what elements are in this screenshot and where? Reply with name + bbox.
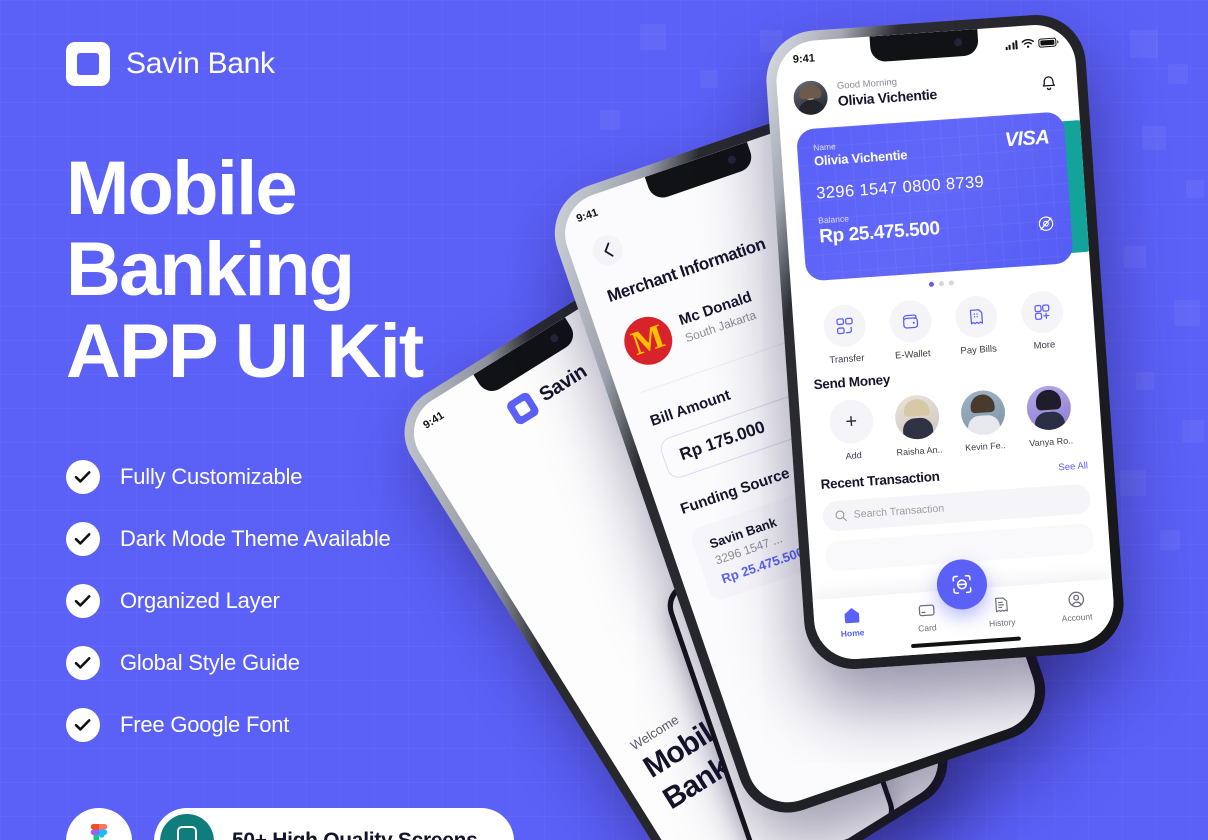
- contact-label: Raisha An..: [896, 444, 943, 458]
- send-money-title: Send Money: [813, 371, 891, 393]
- back-button[interactable]: [588, 231, 627, 270]
- phone-mockup-stack: 9:41 Savin Welcome Mobile Banking 9:41 M…: [387, 0, 1208, 840]
- list-item: Global Style Guide: [66, 645, 586, 680]
- contact-item[interactable]: Kevin Fe..: [951, 388, 1017, 453]
- contact-avatar: [893, 393, 941, 441]
- feature-label: Organized Layer: [120, 587, 280, 613]
- eye-off-icon[interactable]: [1036, 214, 1055, 233]
- dot: [948, 280, 954, 286]
- send-money-contacts: + Add Raisha An.. Kevin Fe.. Vanya Ro..: [815, 384, 1087, 464]
- scan-icon: [952, 574, 972, 594]
- wifi-icon: [1021, 38, 1034, 48]
- status-time: 9:41: [792, 52, 816, 66]
- contact-avatar: [1025, 384, 1073, 432]
- search-transaction-bar[interactable]: Search Transaction: [821, 483, 1092, 532]
- bill-icon: [953, 294, 999, 340]
- see-all-link[interactable]: See All: [1058, 460, 1088, 473]
- bell-icon[interactable]: [1034, 67, 1062, 95]
- list-item: Organized Layer: [66, 583, 586, 618]
- figma-icon: [66, 807, 132, 840]
- status-icons: [1005, 37, 1057, 51]
- quick-action-paybills[interactable]: Pay Bills: [944, 294, 1010, 358]
- tab-label: Card: [917, 622, 937, 634]
- home-icon: [844, 608, 859, 624]
- tab-home[interactable]: Home: [824, 604, 880, 640]
- recent-transaction-title: Recent Transaction: [820, 468, 941, 493]
- left-content: Savin Bank Mobile Banking APP UI Kit Ful…: [66, 42, 586, 840]
- mobile-phone-icon: [160, 813, 214, 840]
- poster-canvas: Savin Bank Mobile Banking APP UI Kit Ful…: [0, 0, 1208, 840]
- brand-name: Savin Bank: [126, 47, 275, 80]
- quick-action-label: More: [1033, 339, 1056, 352]
- contact-label: Kevin Fe..: [964, 440, 1006, 453]
- list-item: Dark Mode Theme Available: [66, 521, 586, 556]
- feature-label: Global Style Guide: [120, 649, 300, 675]
- bank-card[interactable]: Name Olivia Vichentie VISA 3296 1547 080…: [795, 111, 1074, 282]
- quick-action-label: Transfer: [829, 352, 865, 367]
- chevron-left-icon: [603, 242, 613, 257]
- quick-action-more[interactable]: More: [1010, 289, 1076, 353]
- brand: Savin Bank: [66, 42, 586, 86]
- check-icon: [66, 521, 100, 556]
- battery-icon: [1038, 37, 1057, 48]
- quick-action-label: Pay Bills: [960, 343, 998, 357]
- phone-mockup-main: 9:41 Good Morning Olivia Vichentie Name …: [763, 11, 1127, 673]
- account-icon: [1067, 591, 1084, 608]
- bottom-badge-row: 50+ High Quality Screens: [66, 807, 586, 840]
- mcdonalds-icon: M: [617, 310, 679, 372]
- contact-add[interactable]: + Add: [819, 398, 885, 463]
- quick-actions: Transfer E-Wallet Pay Bills More: [808, 289, 1080, 368]
- plus-icon: +: [827, 398, 875, 446]
- home-header: Good Morning Olivia Vichentie: [792, 63, 1062, 116]
- contact-item[interactable]: Vanya Ro..: [1016, 384, 1082, 449]
- screens-badge-label: 50+ High Quality Screens: [232, 829, 478, 840]
- tab-label: History: [988, 616, 1016, 629]
- headline-line-1: Mobile Banking: [66, 146, 355, 313]
- savin-square-logo-icon: [66, 42, 110, 86]
- history-icon: [994, 597, 1008, 613]
- contact-label: Vanya Ro..: [1028, 435, 1074, 449]
- transfer-icon: [822, 303, 868, 349]
- check-icon: [66, 707, 100, 742]
- feature-label: Dark Mode Theme Available: [120, 525, 391, 551]
- camera-icon: [726, 154, 737, 165]
- quick-action-ewallet[interactable]: E-Wallet: [878, 298, 944, 362]
- avatar[interactable]: [792, 79, 829, 116]
- dot: [938, 280, 944, 287]
- quick-action-transfer[interactable]: Transfer: [812, 303, 878, 367]
- check-icon: [66, 645, 100, 680]
- wallet-icon: [888, 298, 933, 344]
- headline-line-2: APP UI Kit: [66, 308, 424, 394]
- contact-avatar: [959, 389, 1007, 437]
- check-icon: [66, 583, 100, 618]
- contact-label: Add: [845, 450, 863, 462]
- signal-bars-icon: [1005, 39, 1018, 50]
- page-title: Mobile Banking APP UI Kit: [66, 148, 586, 392]
- quick-action-label: E-Wallet: [894, 348, 931, 362]
- feature-label: Fully Customizable: [120, 463, 303, 489]
- card-icon: [918, 604, 935, 617]
- contact-item[interactable]: Raisha An..: [885, 393, 951, 458]
- card-carousel: Name Olivia Vichentie VISA 3296 1547 080…: [795, 111, 1102, 295]
- search-icon: [835, 510, 847, 522]
- screens-badge: 50+ High Quality Screens: [154, 807, 514, 840]
- tab-label: Account: [1061, 611, 1093, 624]
- list-item: Fully Customizable: [66, 459, 586, 494]
- feature-list: Fully Customizable Dark Mode Theme Avail…: [66, 459, 586, 742]
- tab-label: Home: [840, 627, 865, 639]
- dot: [928, 281, 934, 288]
- tab-account[interactable]: Account: [1048, 589, 1104, 625]
- list-item: Free Google Font: [66, 707, 586, 742]
- feature-label: Free Google Font: [120, 711, 290, 737]
- card-number: 3296 1547 0800 8739: [815, 172, 985, 203]
- camera-icon: [953, 38, 963, 47]
- visa-logo: VISA: [1004, 126, 1050, 152]
- grid-plus-icon: [1019, 289, 1065, 335]
- check-icon: [66, 459, 100, 494]
- home-indicator: [910, 636, 1022, 649]
- search-input-placeholder: Search Transaction: [853, 502, 945, 521]
- phone-main-screen: 9:41 Good Morning Olivia Vichentie Name …: [773, 22, 1117, 662]
